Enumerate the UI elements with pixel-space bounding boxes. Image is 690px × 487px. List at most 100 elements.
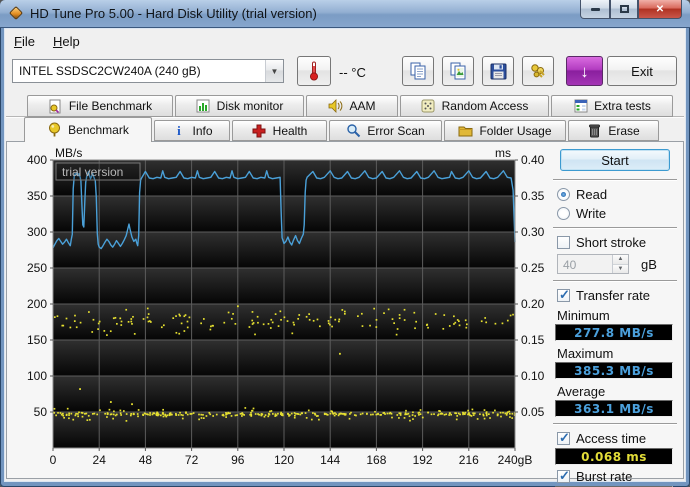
average-value: 363.1 MB/s: [555, 400, 673, 417]
drive-selector-value: INTEL SSDSC2CW240A (240 gB): [19, 64, 201, 78]
size-unit: gB: [641, 256, 657, 272]
temperature-readout: -- °C: [339, 65, 366, 80]
access-time-value: 0.068 ms: [555, 448, 673, 465]
svg-text:0: 0: [50, 453, 57, 467]
benchmark-controls: Start Read Write Short stroke 40 ▲ ▼ gB …: [553, 147, 677, 487]
exit-button[interactable]: Exit: [607, 56, 677, 86]
menu-help[interactable]: Help: [44, 31, 89, 52]
svg-text:MB/s: MB/s: [55, 148, 82, 160]
access-time-checkbox[interactable]: [557, 430, 570, 446]
read-radio[interactable]: [557, 188, 570, 201]
maximum-value: 385.3 MB/s: [555, 362, 673, 379]
read-option[interactable]: Read: [557, 187, 677, 202]
tab-aam[interactable]: AAM: [306, 95, 398, 117]
start-button[interactable]: Start: [560, 149, 670, 171]
tab-file-benchmark[interactable]: File Benchmark: [27, 95, 173, 117]
short-stroke-checkbox[interactable]: [557, 236, 570, 249]
short-stroke-size: 40 ▲ ▼ gB: [557, 254, 677, 274]
burst-rate-checkbox[interactable]: [557, 468, 570, 484]
tab-erase[interactable]: Erase: [568, 120, 659, 141]
size-value: 40: [563, 258, 577, 272]
benchmark-icon: [47, 122, 62, 138]
tab-row-secondary: File Benchmark Disk monitor AAM Random A…: [27, 95, 673, 117]
file-benchmark-icon: [48, 99, 63, 114]
tab-row-primary: Benchmark i Info Health Error Scan Folde…: [24, 117, 659, 142]
tab-health[interactable]: Health: [232, 120, 327, 141]
svg-text:24: 24: [93, 453, 107, 467]
transfer-rate-checkbox[interactable]: [557, 287, 570, 303]
short-stroke-option[interactable]: Short stroke: [557, 235, 677, 250]
drive-selector[interactable]: INTEL SSDSC2CW240A (240 gB) ▼: [12, 59, 284, 83]
magnifier-icon: [346, 123, 361, 138]
size-spinner[interactable]: 40 ▲ ▼: [557, 254, 629, 274]
svg-text:100: 100: [27, 369, 47, 383]
svg-text:0.35: 0.35: [521, 189, 545, 203]
separator: [553, 280, 677, 282]
minimize-button[interactable]: [580, 0, 610, 19]
separator: [553, 423, 677, 425]
benchmark-chart: trial version MB/s ms 400 350 300 250 200 150 100…: [27, 148, 545, 467]
app-window: HD Tune Pro 5.00 - Hard Disk Utility (tr…: [0, 0, 690, 487]
menu-file[interactable]: File: [5, 31, 44, 52]
tab-extra-tests[interactable]: Extra tests: [551, 95, 673, 117]
copy-screenshot-button[interactable]: [442, 56, 474, 86]
save-icon: [490, 63, 506, 79]
folder-icon: [458, 123, 473, 138]
title-bar[interactable]: HD Tune Pro 5.00 - Hard Disk Utility (tr…: [0, 0, 690, 28]
svg-text:400: 400: [27, 153, 47, 167]
close-button[interactable]: ✕: [638, 0, 682, 19]
copy-image-icon: [450, 62, 465, 80]
write-radio[interactable]: [557, 207, 570, 220]
options-button[interactable]: [522, 56, 554, 86]
svg-text:0.05: 0.05: [521, 405, 545, 419]
tab-info[interactable]: i Info: [154, 120, 230, 141]
svg-text:0.30: 0.30: [521, 225, 545, 239]
info-icon: i: [177, 122, 181, 138]
speaker-icon: [328, 99, 343, 114]
maximum-label: Maximum: [557, 346, 614, 361]
average-label: Average: [557, 384, 606, 399]
minimize-icon: [590, 7, 600, 11]
svg-text:0.20: 0.20: [521, 297, 545, 311]
download-arrow-icon: ↓: [580, 61, 589, 81]
tab-benchmark[interactable]: Benchmark: [24, 117, 152, 142]
spinner-arrows[interactable]: ▲ ▼: [612, 255, 628, 273]
maximize-button[interactable]: [610, 0, 638, 19]
access-time-option[interactable]: Access time: [557, 430, 677, 446]
window-title: HD Tune Pro 5.00 - Hard Disk Utility (tr…: [30, 6, 317, 21]
spin-up-icon[interactable]: ▲: [613, 255, 628, 265]
benchmark-panel: trial version MB/s ms 400 350 300 250 200 150 100…: [6, 141, 684, 487]
svg-text:120: 120: [274, 453, 294, 467]
svg-text:50: 50: [34, 405, 48, 419]
write-option[interactable]: Write: [557, 206, 677, 221]
svg-text:0.10: 0.10: [521, 369, 545, 383]
save-button[interactable]: [482, 56, 514, 86]
svg-text:192: 192: [413, 453, 433, 467]
svg-text:0.15: 0.15: [521, 333, 545, 347]
close-icon: ✕: [655, 3, 665, 15]
trash-icon: [587, 123, 602, 138]
chevron-down-icon[interactable]: ▼: [265, 60, 283, 82]
svg-text:216: 216: [459, 453, 479, 467]
spin-down-icon[interactable]: ▼: [613, 264, 628, 273]
svg-text:72: 72: [185, 453, 199, 467]
tab-error-scan[interactable]: Error Scan: [329, 120, 442, 141]
svg-text:0.25: 0.25: [521, 261, 545, 275]
download-upgrade-button[interactable]: ↓: [566, 56, 603, 86]
tab-folder-usage[interactable]: Folder Usage: [444, 120, 566, 141]
app-icon: [8, 5, 24, 21]
svg-text:0.40: 0.40: [521, 153, 545, 167]
extra-tests-icon: [573, 99, 588, 114]
tab-random-access[interactable]: Random Access: [400, 95, 549, 117]
svg-text:250: 250: [27, 261, 47, 275]
minimum-value: 277.8 MB/s: [555, 324, 673, 341]
options-icon: [531, 64, 545, 78]
tab-disk-monitor[interactable]: Disk monitor: [175, 95, 304, 117]
svg-text:48: 48: [139, 453, 153, 467]
transfer-rate-option[interactable]: Transfer rate: [557, 287, 677, 303]
temperature-button[interactable]: [297, 56, 331, 86]
burst-rate-option[interactable]: Burst rate: [557, 468, 677, 484]
copy-text-button[interactable]: [402, 56, 434, 86]
svg-text:240gB: 240gB: [498, 453, 533, 467]
svg-text:150: 150: [27, 333, 47, 347]
